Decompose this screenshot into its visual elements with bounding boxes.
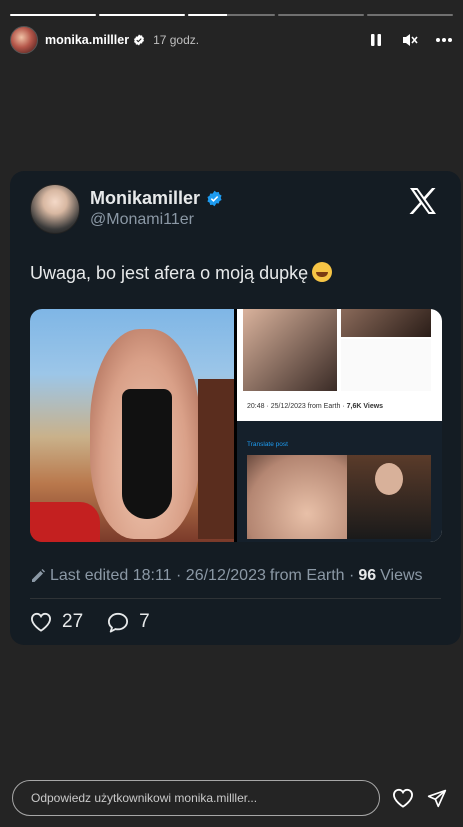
mute-icon [403,34,418,46]
reply-input[interactable] [12,780,380,816]
pencil-icon [32,569,45,582]
from-label: from Earth · [269,567,355,584]
reply-count-button[interactable]: 7 [107,611,150,633]
send-button[interactable] [425,786,449,810]
tweet-author-handle: @Monami11er [90,211,194,228]
tweet-edited-info[interactable]: Last edited 18:11 · 26/12/2023 from Eart… [30,567,423,585]
like-count: 27 [62,611,84,632]
media-caption-views: 7,6K Views [346,403,384,410]
heart-icon [30,612,52,632]
more-icon [436,38,452,42]
pause-button[interactable] [367,31,385,49]
tweet-text-content: Uwaga, bo jest afera o moją dupkę [30,263,309,283]
more-button[interactable] [435,31,453,49]
tweet-avatar [30,184,80,234]
divider [30,598,441,599]
story-progress-segment [99,14,186,16]
views-label: Views [380,567,423,584]
like-story-button[interactable] [391,786,415,810]
story-header: monika.milller 17 godz. [10,26,453,54]
media-photo-right[interactable]: 20:48 · 25/12/2023 from Earth · 7,6K Vie… [237,309,442,542]
tweet-author-name-text: Monikamiller [90,188,201,208]
tweet-actions: 27 7 [30,611,164,633]
story-progress-segment [366,14,454,16]
tweet-media[interactable]: 20:48 · 25/12/2023 from Earth · 7,6K Vie… [30,309,442,542]
story-progress-segment [188,14,275,16]
story-progress [10,14,454,16]
rofl-emoji-icon [312,262,333,282]
views-count: 96 [358,567,377,584]
story-progress-segment [10,14,97,16]
edited-label: Last edited 18:11 · 26/12/2023 [50,567,266,584]
post-time: 17 godz. [153,33,200,47]
send-icon [427,789,447,808]
tweet-card[interactable]: Monikamiller @Monami11er Uwaga, bo jest … [10,171,461,645]
pause-icon [371,34,381,46]
verified-icon [207,190,222,207]
reply-icon [108,612,129,633]
username[interactable]: monika.milller [45,33,129,47]
media-photo-left[interactable] [30,309,234,542]
media-caption: 20:48 · 25/12/2023 from Earth · 7,6K Vie… [247,403,383,410]
media-caption-timestamp: 20:48 · 25/12/2023 from Earth · [247,403,347,410]
tweet-text: Uwaga, bo jest afera o moją dupkę [30,262,333,284]
story-progress-segment [277,14,364,16]
verified-icon [134,34,145,46]
heart-icon [392,788,414,808]
like-button[interactable]: 27 [30,611,83,633]
x-logo-icon [409,188,436,214]
tweet-author-name: Monikamiller [90,188,223,209]
reply-count: 7 [139,611,150,632]
media-translate-link: Translate post [247,441,288,448]
mute-button[interactable] [401,31,419,49]
avatar[interactable] [10,26,38,54]
